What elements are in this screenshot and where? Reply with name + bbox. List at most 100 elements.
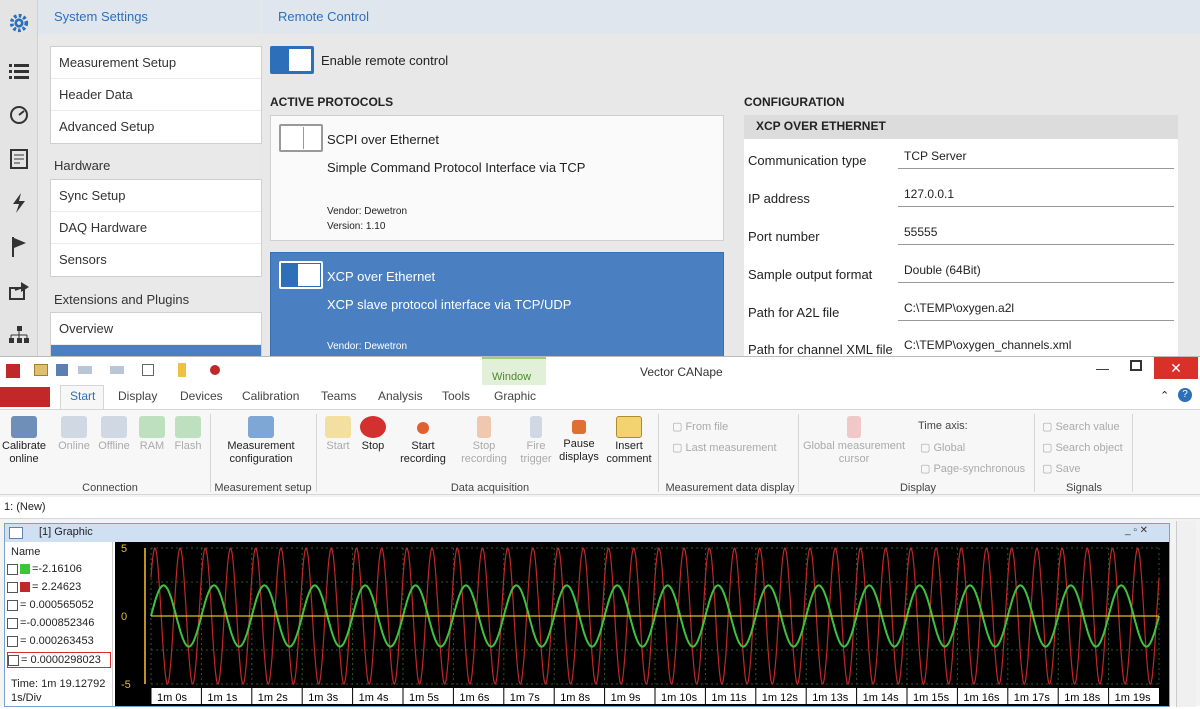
nav-item-sensors[interactable]: Sensors: [51, 244, 261, 276]
flash-button[interactable]: Flash: [172, 416, 204, 453]
port-number-field[interactable]: 55555: [898, 221, 1174, 245]
nav-item-sync-setup[interactable]: Sync Setup: [51, 180, 261, 212]
x-tick-label: 1m 16s: [963, 692, 1000, 704]
checkbox[interactable]: [7, 599, 18, 611]
time-axis-global[interactable]: ▢ Global: [920, 441, 965, 454]
tab-start[interactable]: Start: [70, 389, 95, 403]
stop-recording-button[interactable]: Stop recording: [456, 416, 512, 466]
x-tick-label: 1m 7s: [510, 692, 540, 704]
minimize-button[interactable]: —: [1096, 361, 1109, 376]
record-icon[interactable]: [210, 365, 220, 375]
sample-format-select[interactable]: Double (64Bit): [898, 259, 1174, 283]
stop-button[interactable]: Stop: [356, 416, 390, 453]
nav-item-measurement-setup[interactable]: Measurement Setup: [51, 47, 261, 79]
checkbox[interactable]: [7, 617, 18, 629]
save-icon[interactable]: [56, 364, 68, 376]
signal-row[interactable]: = 0.000263453: [7, 634, 111, 650]
list-icon[interactable]: [6, 58, 32, 84]
time-readout: Time: 1m 19.12792: [11, 678, 106, 690]
protocol-toggle[interactable]: [279, 261, 323, 289]
context-tab-label: Window: [492, 371, 532, 383]
x-tick-label: 1m 1s: [207, 692, 237, 704]
communication-type-select[interactable]: TCP Server: [898, 145, 1174, 169]
window-layout-icon[interactable]: [142, 364, 154, 376]
signal-row[interactable]: =-2.16106: [7, 562, 111, 578]
fire-trigger-button[interactable]: Fire trigger: [514, 416, 558, 466]
calibrate-online-button[interactable]: Calibrate online: [2, 416, 46, 466]
configuration-heading: CONFIGURATION: [744, 95, 845, 109]
checkbox[interactable]: [7, 563, 18, 575]
xml-path-field[interactable]: C:\TEMP\oxygen_channels.xml: [898, 334, 1174, 356]
tab-graphic[interactable]: Graphic: [494, 389, 536, 403]
nav-item-daq-hardware[interactable]: DAQ Hardware: [51, 212, 261, 244]
nav-item-header-data[interactable]: Header Data: [51, 79, 261, 111]
window-controls[interactable]: _ ▫ ✕: [1125, 525, 1148, 536]
measurement-configuration-button[interactable]: Measurement configuration: [218, 416, 304, 466]
gear-icon[interactable]: [6, 10, 32, 36]
report-icon[interactable]: [6, 146, 32, 172]
tab-teams[interactable]: Teams: [321, 389, 356, 403]
start-button[interactable]: Start: [322, 416, 354, 453]
save-signals-button[interactable]: ▢ Save: [1042, 462, 1081, 475]
pause-displays-button[interactable]: Pause displays: [558, 416, 600, 464]
checkbox[interactable]: [7, 581, 18, 593]
search-object-button[interactable]: ▢ Search object: [1042, 441, 1123, 454]
x-tick-label: 1m 6s: [459, 692, 489, 704]
icon-sidebar: [0, 0, 38, 356]
insert-comment-button[interactable]: Insert comment: [604, 416, 654, 466]
search-value-button[interactable]: ▢ Search value: [1042, 420, 1120, 433]
nav-item-advanced-setup[interactable]: Advanced Setup: [51, 111, 261, 143]
signal-list: Name =-2.16106 = 2.24623 = 0.000565052 =…: [5, 542, 113, 706]
help-icon[interactable]: ?: [1178, 388, 1192, 402]
enable-remote-toggle[interactable]: [270, 46, 314, 74]
lightning-icon[interactable]: [178, 363, 186, 377]
signal-row[interactable]: = 2.24623: [7, 580, 111, 596]
export-icon[interactable]: [6, 278, 32, 304]
start-recording-button[interactable]: Start recording: [392, 416, 454, 466]
protocol-toggle[interactable]: [279, 124, 323, 152]
signal-row[interactable]: = 0.0000298023: [7, 652, 111, 668]
lightning-icon[interactable]: [6, 190, 32, 216]
a2l-path-field[interactable]: C:\TEMP\oxygen.a2l: [898, 297, 1174, 321]
collapse-ribbon-icon[interactable]: ⌃: [1160, 389, 1169, 402]
tab-devices[interactable]: Devices: [180, 389, 223, 403]
tab-tools[interactable]: Tools: [442, 389, 470, 403]
x-tick-label: 1m 14s: [863, 692, 900, 704]
protocol-card-xcp[interactable]: XCP over Ethernet XCP slave protocol int…: [270, 252, 724, 356]
from-file-button[interactable]: ▢ From file: [672, 420, 728, 433]
checkbox[interactable]: [7, 635, 18, 647]
ram-button[interactable]: RAM: [136, 416, 168, 453]
maximize-button[interactable]: [1130, 360, 1142, 371]
ip-address-field[interactable]: 127.0.0.1: [898, 183, 1174, 207]
gauge-icon[interactable]: [6, 102, 32, 128]
nav-item-remote-control[interactable]: [51, 345, 261, 356]
tab-display[interactable]: Display: [118, 389, 157, 403]
group-label: Data acquisition: [450, 482, 530, 494]
tab-calibration[interactable]: Calibration: [242, 389, 299, 403]
config-row-xml-path: Path for channel XML file C:\TEMP\oxygen…: [744, 328, 1178, 356]
signal-plot[interactable]: 5 0 -5 1m 0s 1m 1s 1m 2s 1m 3s 1m 4s 1m 5s 1m 6s 1…: [115, 542, 1169, 706]
ribbon: Calibrate online Online Offline RAM Flas…: [0, 409, 1200, 495]
undo-icon[interactable]: [78, 366, 92, 374]
tab-analysis[interactable]: Analysis: [378, 389, 423, 403]
network-icon[interactable]: [6, 322, 32, 348]
last-measurement-button[interactable]: ▢ Last measurement: [672, 441, 777, 454]
file-menu-button[interactable]: [0, 387, 50, 407]
settings-nav: System Settings Measurement Setup Header…: [38, 0, 262, 356]
signal-row[interactable]: = 0.000565052: [7, 598, 111, 614]
redo-icon[interactable]: [110, 366, 124, 374]
page-tab-bar[interactable]: 1: (New): [0, 497, 1200, 519]
online-button[interactable]: Online: [56, 416, 92, 453]
nav-item-overview[interactable]: Overview: [51, 313, 261, 345]
checkbox[interactable]: [8, 654, 19, 666]
x-tick-label: 1m 15s: [913, 692, 950, 704]
close-button[interactable]: ✕: [1154, 357, 1198, 379]
open-folder-icon[interactable]: [34, 364, 48, 376]
signal-row[interactable]: =-0.000852346: [7, 616, 111, 632]
offline-button[interactable]: Offline: [96, 416, 132, 453]
global-measurement-cursor-button[interactable]: Global measurement cursor: [800, 416, 908, 466]
vertical-scrollbar[interactable]: [1176, 521, 1196, 707]
protocol-card-scpi[interactable]: SCPI over Ethernet Simple Command Protoc…: [270, 115, 724, 241]
time-axis-page-sync[interactable]: ▢ Page-synchronous: [920, 462, 1025, 475]
flag-icon[interactable]: [6, 234, 32, 260]
